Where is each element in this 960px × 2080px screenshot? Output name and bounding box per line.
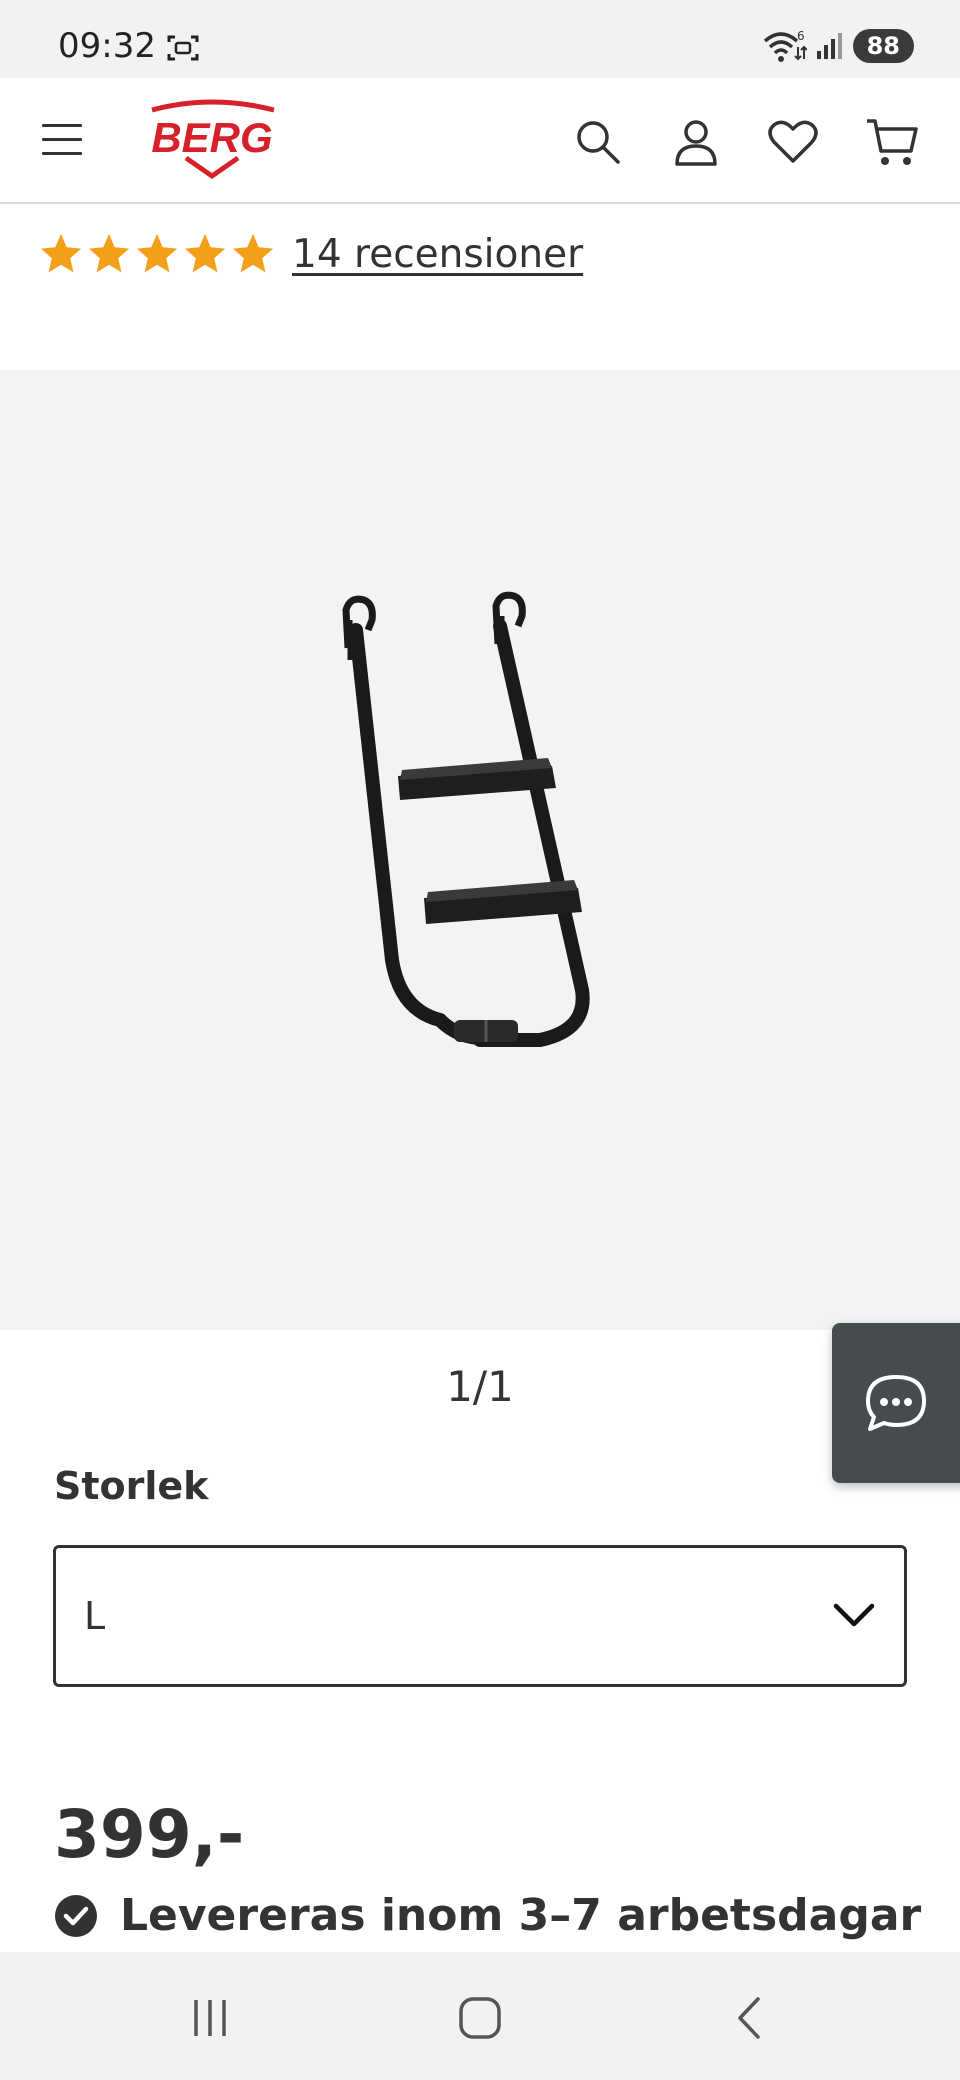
signal-icon: [816, 33, 842, 59]
heart-icon[interactable]: [765, 114, 821, 170]
chat-button[interactable]: [832, 1323, 960, 1483]
back-icon[interactable]: [720, 1988, 780, 2048]
star-icon: [184, 233, 226, 273]
cart-icon[interactable]: [864, 114, 920, 170]
product-price: 399,-: [54, 1796, 245, 1873]
star-icon: [232, 233, 274, 273]
berg-logo[interactable]: BERG: [130, 96, 294, 182]
product-gallery[interactable]: [0, 370, 960, 1330]
check-circle-icon: [55, 1894, 97, 1937]
reviews-link[interactable]: 14 recensioner: [292, 232, 583, 277]
star-icon: [40, 233, 82, 273]
star-rating: [38, 231, 276, 277]
user-icon[interactable]: [668, 114, 724, 170]
system-nav-bar: [0, 1952, 960, 2080]
status-bar: 09:32 6 88: [0, 0, 960, 78]
recent-apps-icon[interactable]: [180, 1988, 240, 2048]
size-select[interactable]: L: [53, 1545, 907, 1687]
star-icon: [88, 233, 130, 273]
ladder-product-image[interactable]: [320, 590, 640, 1110]
battery-indicator: 88: [852, 29, 914, 63]
search-icon[interactable]: [570, 114, 626, 170]
chat-icon: [866, 1375, 926, 1431]
product-rating: 14 recensioner: [38, 224, 583, 284]
site-header: BERG: [0, 78, 960, 204]
status-time: 09:32: [58, 26, 156, 66]
size-label: Storlek: [54, 1464, 209, 1508]
status-indicators: 6 88: [761, 28, 914, 64]
star-icon: [136, 233, 178, 273]
delivery-info: Levereras inom 3–7 arbetsdagar: [54, 1890, 921, 1941]
delivery-text: Levereras inom 3–7 arbetsdagar: [120, 1890, 922, 1941]
logo-text: BERG: [151, 114, 272, 161]
wifi-badge: 6: [797, 29, 805, 43]
hamburger-icon[interactable]: [42, 124, 82, 156]
size-select-value: L: [84, 1594, 106, 1638]
home-icon[interactable]: [450, 1988, 510, 2048]
wifi-icon: 6: [763, 29, 807, 62]
gallery-pager: 1/1: [446, 1362, 514, 1411]
screenshot-icon: [167, 35, 199, 61]
chevron-down-icon: [833, 1603, 875, 1627]
